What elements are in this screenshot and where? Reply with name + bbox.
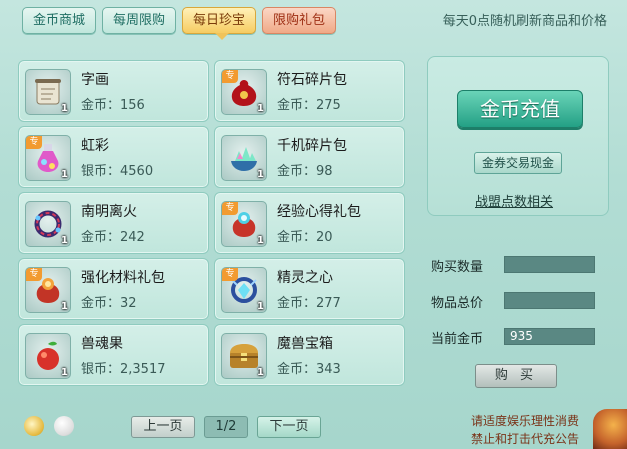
item-qty: 1 [257, 103, 264, 114]
item-name: 兽魂果 [81, 336, 123, 352]
item-price: 金币：20 [277, 230, 333, 245]
item-qty: 1 [257, 235, 264, 246]
item-card[interactable]: 1 南明离火 金币：242 [18, 192, 209, 254]
current-gold-field: 935 [504, 328, 595, 345]
alliance-points-link[interactable]: 战盟点数相关 [475, 191, 553, 210]
currency-panel: 金币充值 金券交易现金 战盟点数相关 [427, 56, 609, 216]
item-card[interactable]: 1 字画 金币：156 [18, 60, 209, 122]
total-price-field [504, 292, 595, 309]
item-card[interactable]: 1 兽魂果 银币：2,3517 [18, 324, 209, 386]
item-slot: 1 [25, 69, 71, 115]
bottom-left-controls [24, 416, 74, 436]
item-name: 千机碎片包 [277, 138, 347, 154]
item-name: 强化材料礼包 [81, 270, 165, 286]
item-qty: 1 [61, 169, 68, 180]
exclusive-tag: 专 [26, 136, 42, 149]
item-slot: 1 [221, 333, 267, 379]
dragon-mascot-icon [593, 409, 627, 449]
item-card[interactable]: 专 1 经验心得礼包 金币：20 [214, 192, 405, 254]
pagination: 上一页 1/2 下一页 [131, 416, 321, 438]
item-slot: 1 [25, 201, 71, 247]
item-price: 金币：32 [81, 296, 137, 311]
tab-gold-mall[interactable]: 金币商城 [22, 7, 97, 34]
item-price: 金币：275 [277, 98, 341, 113]
exclusive-tag: 专 [222, 70, 238, 83]
tab-weekly-limit[interactable]: 每周限购 [102, 7, 177, 34]
exclusive-tag: 专 [222, 202, 238, 215]
anti-proxy-notice-link[interactable]: 禁止和打击代充公告 [471, 430, 579, 447]
item-price: 银币：2,3517 [81, 362, 166, 377]
item-price: 金币：242 [81, 230, 145, 245]
moderation-notice: 请适度娱乐理性消费 [470, 414, 579, 428]
item-qty: 1 [61, 103, 68, 114]
item-grid: 1 字画 金币：156 专 1 符石碎片包 金币：275 专 1 虹彩 银币：4… [16, 56, 407, 386]
item-name: 经验心得礼包 [277, 204, 361, 220]
gold-recharge-button[interactable]: 金币充值 [457, 90, 583, 128]
refresh-notice: 每天0点随机刷新商品和价格 [442, 14, 607, 29]
prev-page-button[interactable]: 上一页 [131, 416, 195, 438]
buy-button[interactable]: 购 买 [475, 364, 557, 388]
item-price: 金币：277 [277, 296, 341, 311]
tab-limited-gift[interactable]: 限购礼包 [262, 7, 337, 34]
shop-tabs: 金币商城 每周限购 每日珍宝 限购礼包 [22, 7, 337, 34]
item-slot: 专 1 [221, 69, 267, 115]
item-card[interactable]: 专 1 强化材料礼包 金币：32 [18, 258, 209, 320]
item-name: 符石碎片包 [277, 72, 347, 88]
pearl-icon[interactable] [54, 416, 74, 436]
item-name: 虹彩 [81, 138, 109, 154]
total-price-label: 物品总价 [431, 296, 484, 311]
item-card[interactable]: 专 1 符石碎片包 金币：275 [214, 60, 405, 122]
item-qty: 1 [61, 367, 68, 378]
item-price: 金币：98 [277, 164, 333, 179]
item-card[interactable]: 1 魔兽宝箱 金币：343 [214, 324, 405, 386]
item-price: 金币：343 [277, 362, 341, 377]
item-qty: 1 [61, 301, 68, 312]
magnifier-icon[interactable] [24, 416, 44, 436]
item-slot: 1 [221, 135, 267, 181]
exclusive-tag: 专 [26, 268, 42, 281]
current-gold-label: 当前金币 [431, 332, 484, 347]
active-tab-pointer [215, 33, 229, 40]
quantity-label: 购买数量 [431, 260, 484, 275]
item-name: 字画 [81, 72, 109, 88]
item-card[interactable]: 1 千机碎片包 金币：98 [214, 126, 405, 188]
item-slot: 专 1 [25, 135, 71, 181]
item-price: 银币：4560 [81, 164, 154, 179]
next-page-button[interactable]: 下一页 [257, 416, 321, 438]
item-slot: 专 1 [25, 267, 71, 313]
item-card[interactable]: 专 1 虹彩 银币：4560 [18, 126, 209, 188]
item-price: 金币：156 [81, 98, 145, 113]
voucher-exchange-button[interactable]: 金券交易现金 [474, 152, 562, 174]
item-name: 南明离火 [81, 204, 137, 220]
quantity-field[interactable] [504, 256, 595, 273]
item-slot: 专 1 [221, 201, 267, 247]
item-slot: 专 1 [221, 267, 267, 313]
exclusive-tag: 专 [222, 268, 238, 281]
item-qty: 1 [257, 301, 264, 312]
item-qty: 1 [61, 235, 68, 246]
item-name: 魔兽宝箱 [277, 336, 333, 352]
item-slot: 1 [25, 333, 71, 379]
item-card[interactable]: 专 1 精灵之心 金币：277 [214, 258, 405, 320]
item-qty: 1 [257, 169, 264, 180]
item-name: 精灵之心 [277, 270, 333, 286]
tab-daily-treasure[interactable]: 每日珍宝 [182, 7, 257, 34]
item-qty: 1 [257, 367, 264, 378]
page-indicator: 1/2 [204, 416, 248, 438]
